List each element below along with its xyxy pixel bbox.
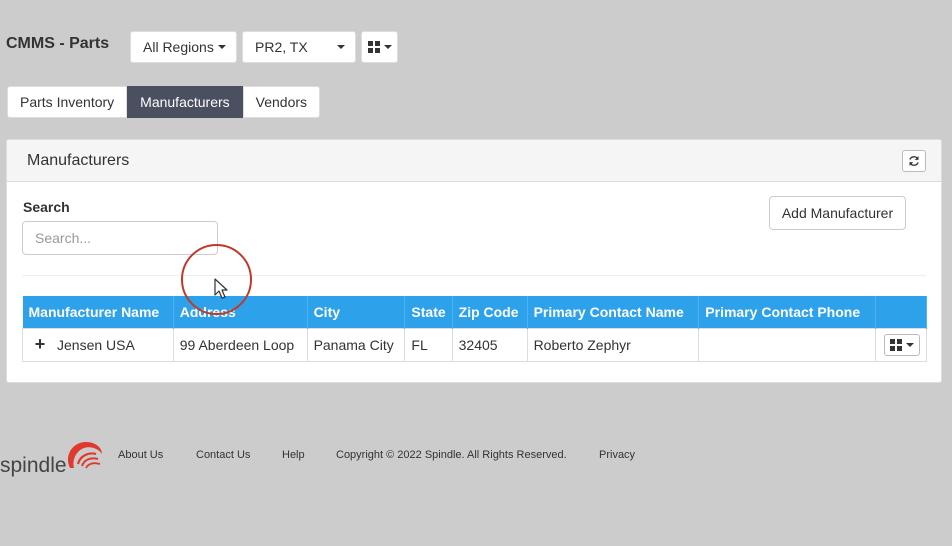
apps-menu-button[interactable]	[361, 31, 398, 63]
column-header-address[interactable]: Address	[173, 296, 308, 328]
footer: spindle About Us Contact Us Help Copyrig…	[0, 434, 952, 484]
panel-title: Manufacturers	[27, 152, 130, 169]
cell-city: Panama City	[306, 327, 406, 362]
expand-row-icon[interactable]: +	[29, 334, 51, 355]
add-manufacturer-button[interactable]: Add Manufacturer	[769, 196, 906, 230]
app-title: CMMS - Parts	[6, 35, 110, 52]
column-header-primary-contact-phone[interactable]: Primary Contact Phone	[698, 296, 877, 328]
table-row[interactable]: + Jensen USA 99 Aberdeen Loop Panama City…	[22, 327, 927, 362]
column-header-manufacturer-name[interactable]: Manufacturer Name	[22, 296, 174, 328]
column-header-zip-code[interactable]: Zip Code	[452, 296, 528, 328]
tab-parts-inventory[interactable]: Parts Inventory	[7, 86, 128, 118]
search-label: Search	[23, 199, 70, 215]
logo-swirl-icon	[67, 442, 102, 469]
site-dropdown-label: PR2, TX	[255, 39, 308, 55]
spindle-logo[interactable]: spindle	[0, 436, 105, 478]
table-header-row: Manufacturer Name Address City State Zip…	[22, 296, 927, 328]
panel-header: Manufacturers	[7, 140, 941, 182]
caret-down-icon	[383, 45, 392, 49]
grid-icon	[367, 41, 380, 53]
contact-us-link[interactable]: Contact Us	[196, 449, 250, 461]
tab-manufacturers[interactable]: Manufacturers	[127, 86, 243, 118]
divider	[22, 275, 926, 276]
about-us-link[interactable]: About Us	[118, 449, 163, 461]
column-header-city[interactable]: City	[307, 296, 406, 328]
refresh-button[interactable]	[902, 150, 926, 172]
tab-bar: Parts Inventory Manufacturers Vendors	[7, 86, 321, 118]
caret-down-icon	[906, 342, 914, 347]
column-header-actions	[875, 296, 927, 328]
cell-manufacturer-name: + Jensen USA	[22, 327, 174, 362]
refresh-icon	[909, 156, 919, 166]
search-input[interactable]	[22, 221, 218, 255]
caret-down-icon	[337, 45, 345, 49]
region-dropdown[interactable]: All Regions	[130, 31, 237, 63]
manufacturer-name: Jensen USA	[57, 337, 135, 353]
manufacturers-panel: Manufacturers Search Add Manufacturer Ma…	[6, 139, 942, 383]
cell-actions	[875, 327, 927, 362]
cell-address: 99 Aberdeen Loop	[172, 327, 308, 362]
copyright-text: Copyright © 2022 Spindle. All Rights Res…	[336, 449, 567, 461]
cell-state: FL	[404, 327, 453, 362]
manufacturers-table: Manufacturer Name Address City State Zip…	[22, 296, 927, 362]
cell-primary-contact-name: Roberto Zephyr	[526, 327, 700, 362]
column-header-state[interactable]: State	[404, 296, 453, 328]
row-actions-button[interactable]	[884, 333, 920, 356]
cell-zip-code: 32405	[451, 327, 528, 362]
privacy-link[interactable]: Privacy	[599, 449, 635, 461]
cell-primary-contact-phone	[698, 327, 877, 362]
region-dropdown-label: All Regions	[143, 39, 214, 55]
column-header-primary-contact-name[interactable]: Primary Contact Name	[527, 296, 700, 328]
caret-down-icon	[217, 45, 226, 49]
tab-vendors[interactable]: Vendors	[242, 86, 321, 118]
site-dropdown[interactable]: PR2, TX	[242, 31, 356, 63]
help-link[interactable]: Help	[282, 449, 305, 461]
logo-text: spindle	[0, 454, 67, 477]
grid-icon	[890, 338, 902, 351]
